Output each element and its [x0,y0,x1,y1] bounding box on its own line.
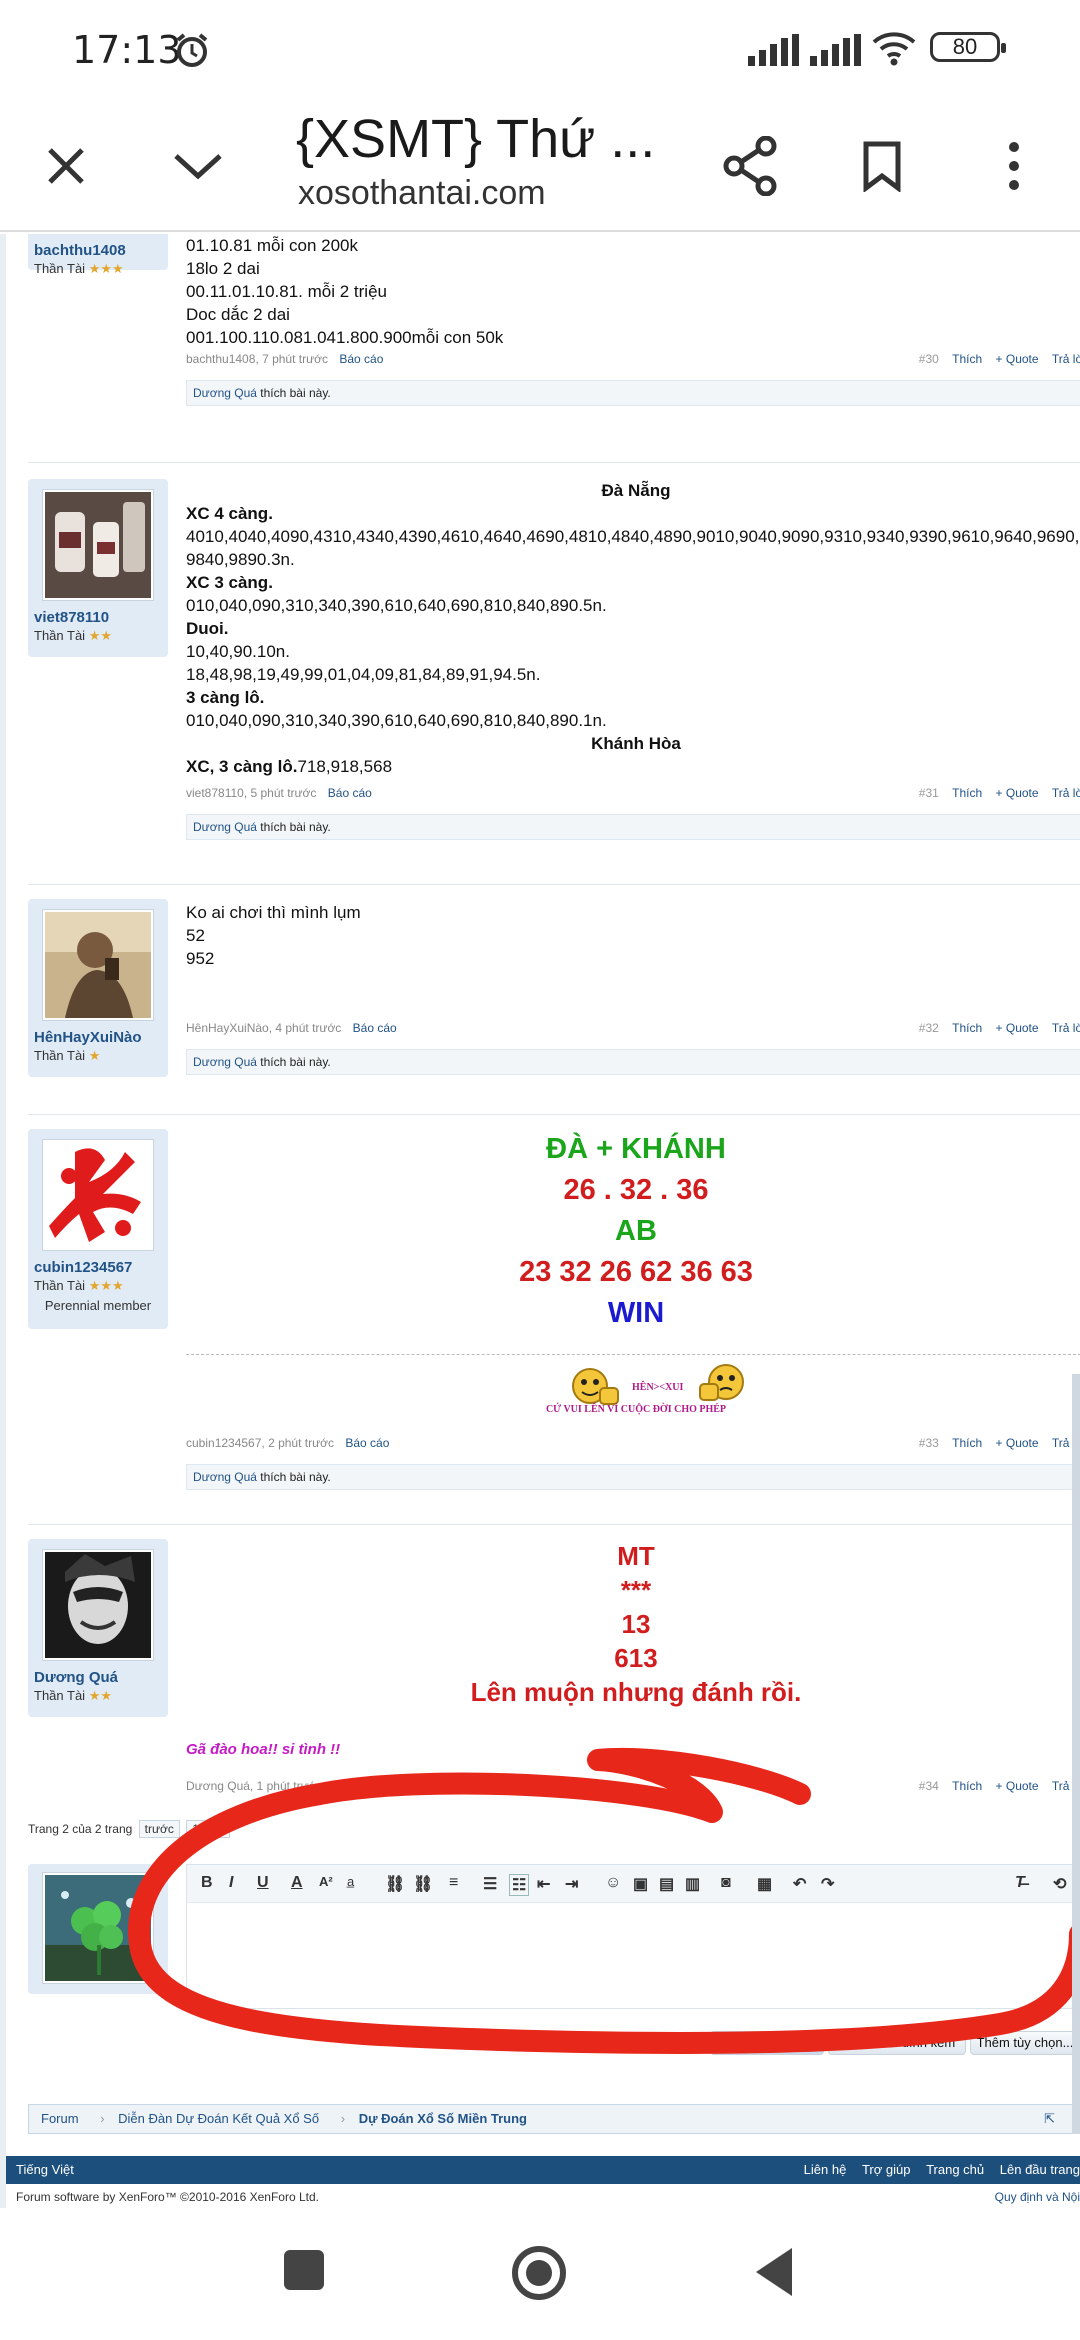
status-bar: 17:13 80 [0,0,1080,100]
page-title: {XSMT} Thứ ... [296,109,656,169]
clock: 17:13 [72,28,182,72]
browser-toolbar: {XSMT} Thứ ... xosothantai.com [0,100,1080,232]
more-options-icon[interactable] [974,126,1054,206]
back-icon[interactable] [752,2246,796,2298]
bookmark-icon[interactable] [842,126,922,206]
recent-apps-icon[interactable] [282,2248,326,2292]
signal-icon [810,34,861,66]
close-icon[interactable] [26,126,106,206]
scrollbar[interactable] [1072,1374,1080,2134]
forum-thread: bachthu1408 Thần Tài ★★★ 01.10.81 mỗi co… [0,234,1080,2208]
chevron-down-icon[interactable] [158,126,238,206]
red-annotation [128,1747,1080,2054]
wifi-icon [872,32,916,66]
battery-indicator: 80 [930,32,1006,62]
home-icon[interactable] [510,2244,568,2302]
share-icon[interactable] [710,126,790,206]
alarm-icon [176,33,208,67]
system-nav-bar [0,2208,1080,2340]
page-url[interactable]: xosothantai.com [298,174,546,213]
signal-icon [748,34,799,66]
